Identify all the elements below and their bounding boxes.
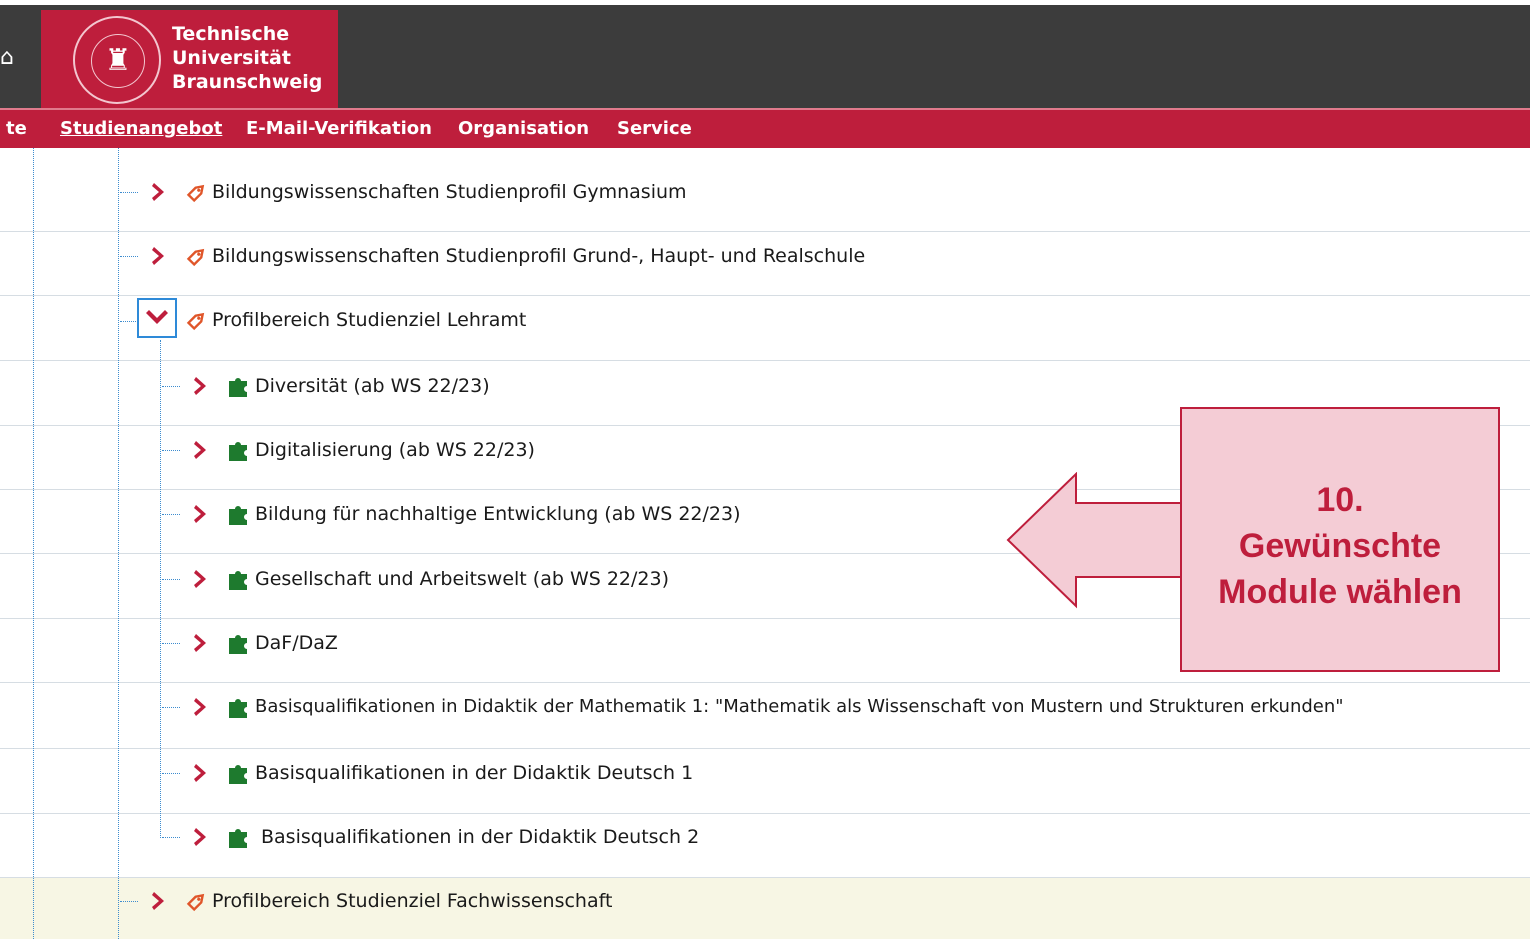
puzzle-piece-icon bbox=[226, 630, 252, 656]
tree-connector bbox=[162, 773, 180, 774]
tree-item-label[interactable]: Basisqualifikationen in der Didaktik Deu… bbox=[261, 824, 699, 850]
tree-item-label[interactable]: Gesellschaft und Arbeitswelt (ab WS 22/2… bbox=[255, 566, 669, 592]
chevron-right-icon[interactable] bbox=[190, 696, 212, 718]
top-header: ⌂ ♜ Technische Universität Braunschweig bbox=[0, 0, 1530, 112]
puzzle-piece-icon bbox=[226, 566, 252, 592]
tree-item-label[interactable]: Digitalisierung (ab WS 22/23) bbox=[255, 437, 535, 463]
chevron-right-icon[interactable] bbox=[148, 181, 170, 203]
tree-item-label[interactable]: Profilbereich Studienziel Fachwissenscha… bbox=[212, 888, 612, 914]
puzzle-piece-icon bbox=[226, 437, 252, 463]
tree-item-label[interactable]: Bildungswissenschaften Studienprofil Gru… bbox=[212, 243, 865, 269]
tree-guide-line bbox=[160, 340, 161, 838]
tree-guide-line bbox=[118, 148, 119, 939]
tree-connector bbox=[162, 450, 180, 451]
logo-line-3: Braunschweig bbox=[172, 71, 323, 93]
puzzle-piece-icon bbox=[226, 694, 252, 720]
tree-connector bbox=[162, 643, 180, 644]
university-logo[interactable]: ♜ Technische Universität Braunschweig bbox=[41, 10, 338, 112]
tag-icon bbox=[184, 243, 210, 269]
logo-line-1: Technische bbox=[172, 23, 290, 45]
nav-item-service[interactable]: Service bbox=[617, 118, 692, 140]
logo-wordmark: Technische Universität Braunschweig bbox=[172, 22, 322, 94]
chevron-right-icon[interactable] bbox=[190, 375, 212, 397]
callout-step-number: 10. bbox=[1316, 481, 1364, 519]
tree-connector bbox=[120, 256, 138, 257]
tree-connector bbox=[162, 579, 180, 580]
main-navigation: te Studienangebot E-Mail-Verifikation Or… bbox=[0, 108, 1530, 148]
puzzle-piece-icon bbox=[226, 824, 252, 850]
tree-connector bbox=[120, 192, 138, 193]
tree-connector bbox=[120, 321, 138, 322]
home-icon[interactable]: ⌂ bbox=[0, 41, 26, 75]
university-seal-icon: ♜ bbox=[73, 16, 161, 104]
tag-icon bbox=[184, 179, 210, 205]
tree-item-label[interactable]: DaF/DaZ bbox=[255, 630, 338, 656]
tree-item-label[interactable]: Bildungswissenschaften Studienprofil Gym… bbox=[212, 179, 687, 205]
annotation-callout: 10. Gewünschte Module wählen bbox=[1180, 407, 1500, 672]
tree-guide-line bbox=[33, 148, 34, 939]
chevron-right-icon[interactable] bbox=[190, 439, 212, 461]
chevron-right-icon[interactable] bbox=[190, 568, 212, 590]
tree-item-label[interactable]: Basisqualifikationen in Didaktik der Mat… bbox=[255, 694, 1344, 720]
chevron-right-icon[interactable] bbox=[190, 826, 212, 848]
callout-line-3: Module wählen bbox=[1218, 573, 1462, 611]
nav-item-organisation[interactable]: Organisation bbox=[458, 118, 589, 140]
nav-item-studienangebot[interactable]: Studienangebot bbox=[60, 118, 222, 140]
nav-item-email-verifikation[interactable]: E-Mail-Verifikation bbox=[246, 118, 432, 140]
tree-item-label[interactable]: Profilbereich Studienziel Lehramt bbox=[212, 307, 526, 333]
puzzle-piece-icon bbox=[226, 373, 252, 399]
collapse-toggle[interactable] bbox=[137, 298, 177, 338]
tree-connector bbox=[162, 707, 180, 708]
tree-connector bbox=[162, 386, 180, 387]
nav-item-partial[interactable]: te bbox=[6, 118, 27, 140]
tree-connector bbox=[162, 837, 180, 838]
chevron-right-icon[interactable] bbox=[148, 890, 170, 912]
chevron-right-icon[interactable] bbox=[148, 245, 170, 267]
tag-icon bbox=[184, 888, 210, 914]
tree-connector bbox=[162, 514, 180, 515]
puzzle-piece-icon bbox=[226, 760, 252, 786]
chevron-right-icon[interactable] bbox=[190, 632, 212, 654]
tree-connector bbox=[120, 901, 138, 902]
tree-item-label[interactable]: Basisqualifikationen in der Didaktik Deu… bbox=[255, 760, 693, 786]
tag-icon bbox=[184, 307, 210, 333]
chevron-right-icon[interactable] bbox=[190, 762, 212, 784]
annotation-arrow bbox=[1006, 472, 1183, 609]
tree-item-label[interactable]: Diversität (ab WS 22/23) bbox=[255, 373, 490, 399]
tree-item-label[interactable]: Bildung für nachhaltige Entwicklung (ab … bbox=[255, 501, 741, 527]
logo-line-2: Universität bbox=[172, 47, 291, 69]
puzzle-piece-icon bbox=[226, 501, 252, 527]
chevron-right-icon[interactable] bbox=[190, 503, 212, 525]
callout-line-2: Gewünschte bbox=[1238, 527, 1442, 565]
